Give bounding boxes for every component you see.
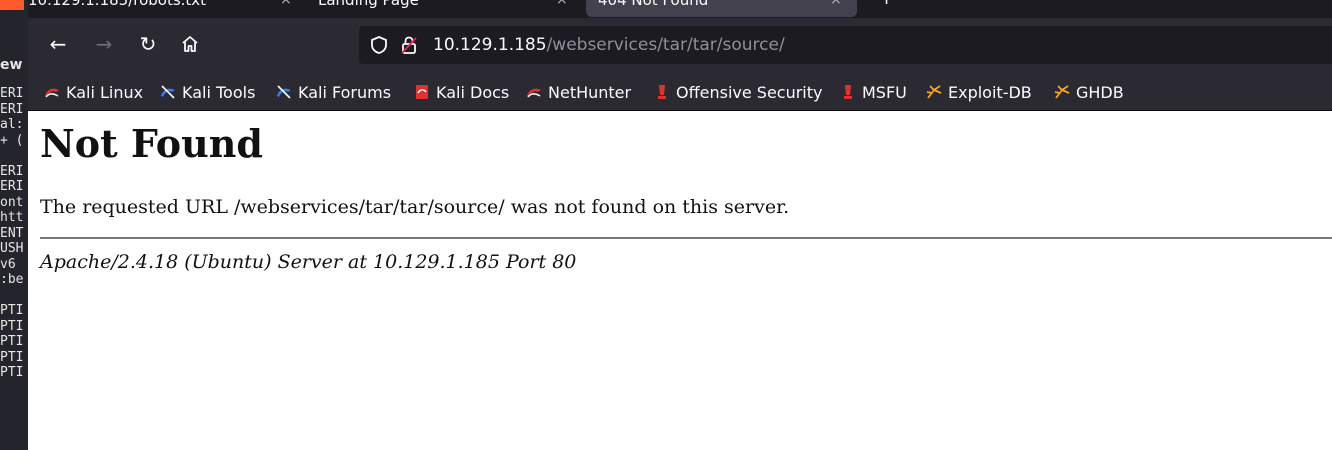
bookmark-label: Exploit-DB <box>948 82 1032 102</box>
terminal-line: :be <box>0 273 24 287</box>
background-terminal: ew ERI ERI al: + (ERI ERI ont htt ENT USH v6:be PT… <box>0 0 28 450</box>
error-message: The requested URL /webservices/tar/tar/s… <box>40 196 790 218</box>
bookmark-kali-docs[interactable]: Kali Docs <box>414 81 509 103</box>
bookmark-kali-forums[interactable]: Kali Forums <box>276 81 391 103</box>
terminal-line: ERI <box>0 180 24 194</box>
bookmark-label: Kali Docs <box>436 82 510 102</box>
terminal-line: + ( <box>0 133 24 148</box>
url-text[interactable]: 10.129.1.185/webservices/tar/tar/source/ <box>433 35 785 55</box>
browser-window: 10.129.1.185/robots.txt × Landing Page ×… <box>28 0 1332 450</box>
terminal-line: PTI <box>0 319 24 334</box>
bookmark-ghdb[interactable]: GHDB <box>1054 81 1124 103</box>
tab-title: 404 Not Found <box>598 0 709 9</box>
home-button[interactable] <box>174 28 206 60</box>
bookmark-offensive-security[interactable]: Offensive Security <box>654 81 822 103</box>
navigation-toolbar: ← → ↻ 10.129.1.185/webservices/tar/tar/s… <box>28 18 1332 74</box>
url-bar[interactable]: 10.129.1.185/webservices/tar/tar/source/ <box>359 26 1332 64</box>
server-signature: Apache/2.4.18 (Ubuntu) Server at 10.129.… <box>40 251 577 273</box>
terminal-line: v6 <box>0 257 16 272</box>
ghdb-icon <box>1054 85 1070 99</box>
exploit-db-icon <box>926 85 942 99</box>
nethunter-icon <box>527 88 541 98</box>
kali-forums-icon <box>277 85 291 99</box>
terminal-line: PTI <box>0 304 24 318</box>
terminal-line: ont <box>0 195 24 210</box>
kali-tools-icon <box>161 85 175 99</box>
msfu-icon <box>844 85 852 99</box>
forward-button[interactable]: → <box>88 28 120 60</box>
forward-arrow-icon: → <box>95 32 113 56</box>
bookmark-nethunter[interactable]: NetHunter <box>526 81 631 103</box>
bookmark-label: GHDB <box>1076 82 1124 102</box>
terminal-line: htt <box>0 211 24 225</box>
terminal-line: ENT <box>0 226 24 241</box>
tab-strip: 10.129.1.185/robots.txt × Landing Page ×… <box>28 0 1332 18</box>
kali-docs-icon <box>416 85 428 99</box>
tracking-protection-shield-icon[interactable] <box>369 35 389 55</box>
close-icon[interactable]: × <box>830 0 842 11</box>
bookmark-label: Offensive Security <box>676 82 823 102</box>
bookmarks-toolbar: Kali Linux Kali Tools Kali Forums Kali D… <box>28 74 1332 111</box>
bookmark-label: MSFU <box>862 82 907 102</box>
divider <box>40 237 1332 239</box>
url-path: /webservices/tar/tar/source/ <box>546 35 785 55</box>
terminal-title-fragment <box>0 0 24 10</box>
back-arrow-icon: ← <box>49 32 67 56</box>
terminal-line: ERI <box>0 102 24 117</box>
terminal-line: USH <box>0 242 24 256</box>
page-content: Not Found The requested URL /webservices… <box>28 111 1332 450</box>
close-icon[interactable]: × <box>280 0 292 11</box>
bookmark-label: Kali Tools <box>182 82 256 102</box>
bookmark-label: Kali Forums <box>298 82 392 102</box>
insecure-lock-icon[interactable] <box>399 35 419 55</box>
tab-robots[interactable]: 10.129.1.185/robots.txt × <box>28 0 308 17</box>
kali-dragon-icon <box>45 88 59 98</box>
reload-button[interactable]: ↻ <box>132 28 164 60</box>
terminal-line: ERI <box>0 87 24 101</box>
close-icon[interactable]: × <box>556 0 568 11</box>
back-button[interactable]: ← <box>42 28 74 60</box>
bookmark-kali-tools[interactable]: Kali Tools <box>160 81 255 103</box>
home-icon <box>182 36 198 52</box>
tab-title: 10.129.1.185/robots.txt <box>28 0 207 9</box>
bookmark-label: NetHunter <box>548 82 632 102</box>
page-title: Not Found <box>40 121 263 166</box>
bookmark-msfu[interactable]: MSFU <box>840 81 907 103</box>
terminal-line: ERI <box>0 164 24 179</box>
terminal-line: PTI <box>0 366 24 380</box>
reload-icon: ↻ <box>139 32 157 56</box>
terminal-line: al: <box>0 118 24 132</box>
tab-landing-page[interactable]: Landing Page × <box>318 0 578 17</box>
bookmark-kali-linux[interactable]: Kali Linux <box>44 81 143 103</box>
terminal-menu-fragment: ew <box>0 58 23 72</box>
new-tab-button[interactable]: + <box>879 0 894 9</box>
bookmark-exploit-db[interactable]: Exploit-DB <box>926 81 1032 103</box>
tab-title: Landing Page <box>318 0 419 9</box>
terminal-line: PTI <box>0 335 24 349</box>
offensive-security-icon <box>658 85 666 99</box>
url-host: 10.129.1.185 <box>433 35 547 55</box>
bookmark-label: Kali Linux <box>66 82 144 102</box>
tab-404-not-found[interactable]: 404 Not Found × <box>586 0 857 17</box>
terminal-line: PTI <box>0 350 24 365</box>
